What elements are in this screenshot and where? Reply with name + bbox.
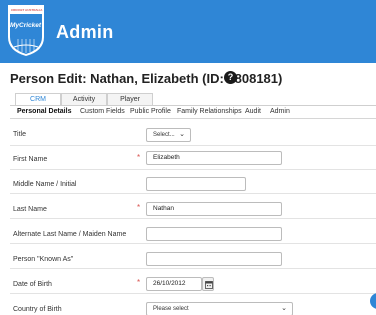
tab-crm[interactable]: CRM bbox=[15, 93, 61, 105]
required-marker: * bbox=[137, 153, 141, 162]
app-header: CRICKET AUSTRALIA MyCricket Admin bbox=[0, 0, 376, 63]
required-marker: * bbox=[137, 278, 141, 287]
header-title: Admin bbox=[56, 22, 114, 42]
subtab-public-profile[interactable]: Public Profile bbox=[130, 108, 171, 115]
form-row-title: Title Select... ⌄ bbox=[10, 124, 376, 146]
dob-label: Date of Birth bbox=[13, 281, 52, 288]
first-name-label: First Name bbox=[13, 156, 48, 163]
form-row-last-name: Last Name * Nathan bbox=[10, 197, 376, 219]
form-row-dob: Date of Birth * 26/10/2012 bbox=[10, 272, 376, 294]
form-row-first-name: First Name * Elizabeth bbox=[10, 148, 376, 170]
form-row-middle-name: Middle Name / Initial bbox=[10, 172, 376, 194]
form-row-country: Country of Birth Please select ⌄ bbox=[10, 297, 376, 315]
last-name-field[interactable]: Nathan bbox=[146, 202, 282, 216]
country-label: Country of Birth bbox=[13, 306, 62, 313]
title-select[interactable]: Select... ⌄ bbox=[146, 128, 191, 142]
subtab-audit[interactable]: Audit bbox=[245, 108, 261, 115]
sub-tabs: Personal Details Custom Fields Public Pr… bbox=[10, 105, 376, 119]
tab-player[interactable]: Player bbox=[107, 93, 153, 105]
tab-activity[interactable]: Activity bbox=[61, 93, 107, 105]
middle-name-field[interactable] bbox=[146, 177, 246, 191]
logo-sub-text: CRICKET AUSTRALIA bbox=[11, 8, 43, 12]
dob-field[interactable]: 26/10/2012 bbox=[146, 277, 202, 291]
country-select-value: Please select bbox=[153, 306, 189, 312]
last-name-label: Last Name bbox=[13, 206, 47, 213]
required-marker: * bbox=[137, 203, 141, 212]
subtab-family-relationships[interactable]: Family Relationships bbox=[177, 108, 242, 115]
title-label: Title bbox=[13, 131, 26, 138]
calendar-icon bbox=[205, 281, 213, 289]
known-as-field[interactable] bbox=[146, 252, 282, 266]
subtab-custom-fields[interactable]: Custom Fields bbox=[80, 108, 125, 115]
first-name-field[interactable]: Elizabeth bbox=[146, 151, 282, 165]
subtab-admin[interactable]: Admin bbox=[270, 108, 290, 115]
alt-last-name-field[interactable] bbox=[146, 227, 282, 241]
chevron-down-icon: ⌄ bbox=[281, 305, 287, 312]
chevron-down-icon: ⌄ bbox=[179, 131, 185, 138]
known-as-label: Person "Known As" bbox=[13, 256, 74, 263]
middle-name-label: Middle Name / Initial bbox=[13, 181, 77, 188]
mycricket-logo[interactable]: CRICKET AUSTRALIA MyCricket bbox=[6, 3, 46, 57]
subtab-personal-details[interactable]: Personal Details bbox=[17, 108, 71, 115]
country-select[interactable]: Please select ⌄ bbox=[146, 302, 293, 315]
form-row-alt-last-name: Alternate Last Name / Maiden Name bbox=[10, 222, 376, 244]
page-title: Person Edit: Nathan, Elizabeth (ID: 1808… bbox=[10, 71, 283, 86]
title-select-value: Select... bbox=[153, 132, 175, 138]
alt-last-name-label: Alternate Last Name / Maiden Name bbox=[13, 231, 127, 238]
logo-text: MyCricket bbox=[10, 22, 42, 29]
form-row-known-as: Person "Known As" bbox=[10, 247, 376, 269]
calendar-button[interactable] bbox=[202, 277, 214, 291]
question-circle-icon[interactable]: ? bbox=[224, 71, 237, 84]
